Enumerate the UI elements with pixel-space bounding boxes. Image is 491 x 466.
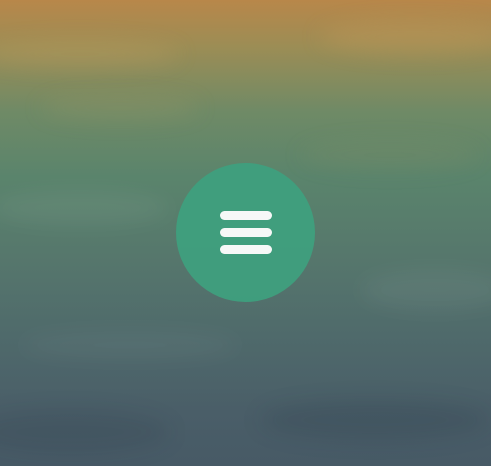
hamburger-bar-top: [219, 211, 272, 220]
cloud: [260, 400, 490, 440]
cloud: [20, 330, 240, 360]
cloud: [360, 270, 491, 310]
cloud: [0, 190, 170, 226]
hamburger-bar-middle: [219, 228, 272, 237]
hamburger-menu-icon: [219, 211, 272, 254]
menu-button[interactable]: [176, 163, 315, 302]
cloud: [320, 20, 491, 54]
cloud: [40, 95, 200, 121]
cloud: [0, 410, 170, 454]
hamburger-bar-bottom: [219, 245, 272, 254]
app-background: [0, 0, 491, 466]
cloud: [300, 140, 480, 170]
cloud: [0, 40, 180, 68]
